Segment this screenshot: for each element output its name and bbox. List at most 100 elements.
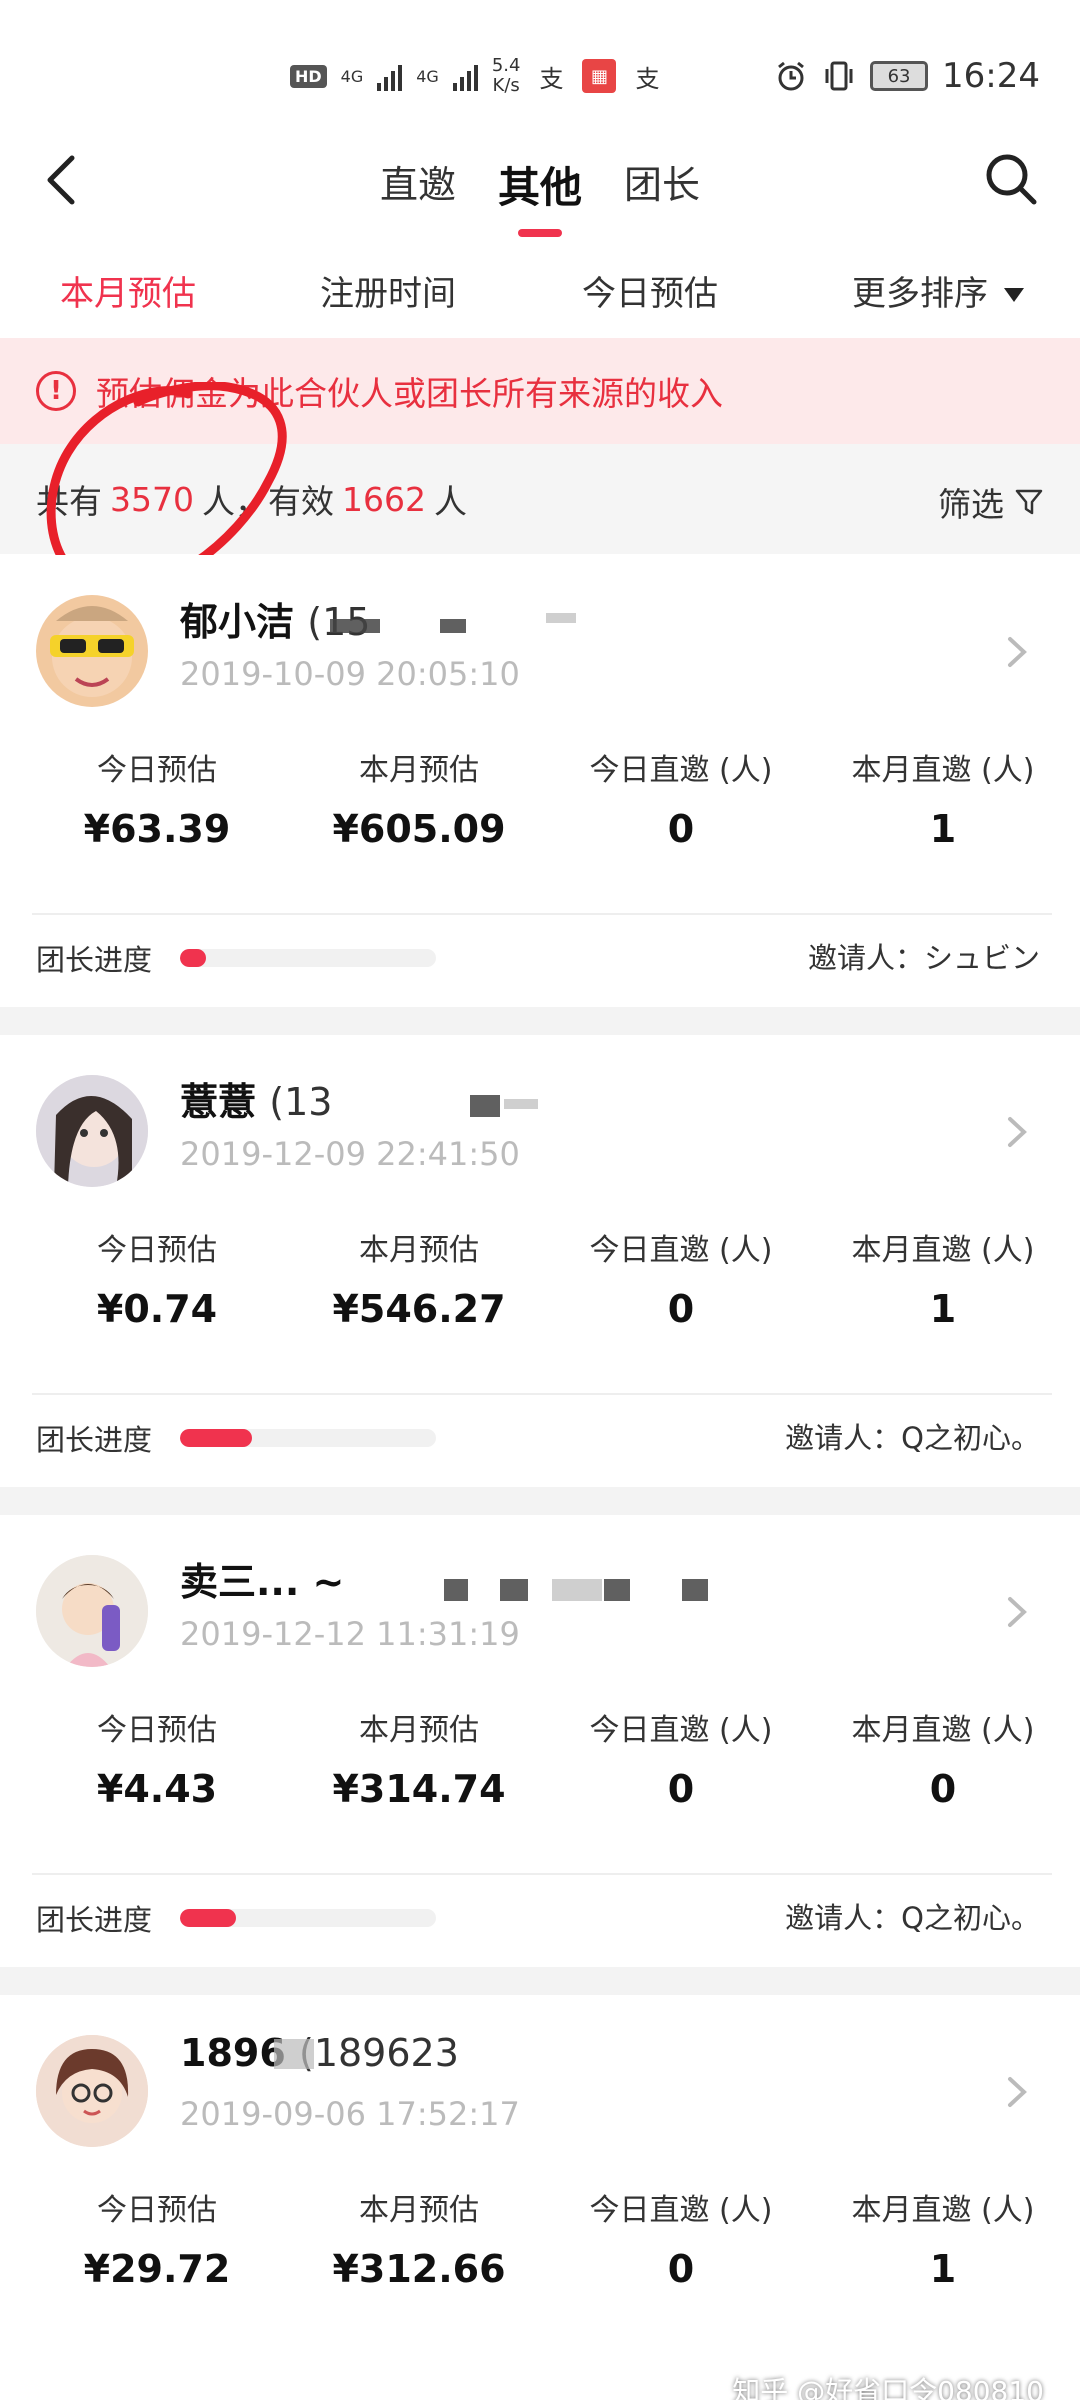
member-card[interactable]: 郁小洁 (15 2019-10-09 20:05:10 今日预估¥63.39 本…	[0, 555, 1080, 1007]
stat-value: ¥546.27	[332, 1287, 506, 1331]
sort-today-estimate[interactable]: 今日预估	[582, 266, 718, 315]
member-card[interactable]: 卖三... ~ 2019-12-12 11:31:19 今日预估 ¥4.43 本月…	[0, 1515, 1080, 1967]
stat-month-estimate: 本月预估 ¥312.66	[288, 2185, 550, 2291]
stat-month-estimate: 本月预估 ¥314.74	[288, 1705, 550, 1811]
redaction	[440, 619, 466, 633]
signal-icon	[377, 61, 403, 91]
sort-more-dropdown[interactable]: 更多排序	[852, 266, 1024, 315]
inviter-name: シュビン	[923, 941, 1040, 975]
progress-label: 团长进度	[36, 1423, 153, 1457]
net-4g-label-1: 4G	[340, 66, 364, 86]
notice-banner: ! 预估佣金为此合伙人或团长所有来源的收入	[0, 338, 1080, 444]
summary-suffix: 人	[433, 482, 467, 521]
sort-more-label: 更多排序	[852, 273, 988, 314]
card-gap	[0, 1487, 1080, 1515]
battery-icon: 63	[870, 61, 929, 91]
status-right: 63 16:24	[774, 56, 1040, 96]
stat-label: 本月直邀 (人)	[851, 1233, 1035, 1268]
redaction	[552, 1579, 602, 1601]
stat-label: 今日直邀 (人)	[589, 1713, 773, 1748]
inviter-name: Q之初心。	[901, 1901, 1040, 1935]
redaction	[500, 1579, 528, 1601]
stat-month-estimate: 本月预估 ¥605.09	[288, 745, 550, 851]
network-speed: 5.4 K/s	[492, 56, 521, 96]
progress-label: 团长进度	[36, 943, 153, 977]
stat-today-estimate: 今日预估 ¥63.39	[26, 745, 288, 851]
stat-today-invites: 今日直邀 (人) 0	[550, 1705, 812, 1811]
stat-value: 0	[667, 1767, 695, 1811]
stat-today-estimate: 今日预估 ¥29.72	[26, 2185, 288, 2291]
stat-label: 本月直邀 (人)	[851, 2193, 1035, 2228]
member-stats: 今日预估 ¥0.74 本月预估 ¥546.27 今日直邀 (人) 0 本月直邀 (人)…	[0, 1225, 1080, 1331]
chevron-right-icon	[1008, 1117, 1027, 1147]
stat-value: ¥314.74	[332, 1767, 506, 1811]
register-time: 2019-12-09 22:41:50	[180, 1135, 520, 1173]
filter-label: 筛选	[938, 485, 1004, 524]
alarm-icon	[778, 61, 804, 91]
chevron-right-icon	[1008, 2077, 1027, 2107]
stat-label: 今日直邀 (人)	[589, 2193, 773, 2228]
stat-value: 0	[667, 807, 695, 851]
member-card[interactable]: 薏薏 (13 2019-12-09 22:41:50 今日预估 ¥0.74 本月预…	[0, 1035, 1080, 1487]
stat-label: 本月预估	[359, 2193, 479, 2228]
member-name-text: 卖三... ~	[180, 1560, 345, 1604]
tab-team-leader[interactable]: 团长	[624, 154, 700, 215]
stat-value: 0	[667, 2247, 695, 2291]
warning-icon: !	[36, 371, 76, 411]
stat-label: 本月直邀 (人)	[851, 1713, 1035, 1748]
redaction	[330, 619, 380, 633]
stat-label: 今日预估	[97, 1713, 217, 1748]
member-name-text: 1896	[180, 2031, 286, 2075]
stat-label: 本月预估	[359, 753, 479, 788]
search-icon[interactable]	[982, 150, 1040, 208]
divider	[32, 1873, 1052, 1875]
stat-value: 1	[929, 1287, 957, 1331]
summary-mid: 人，有效	[201, 482, 334, 521]
tab-direct-invite[interactable]: 直邀	[380, 154, 456, 215]
tab-other[interactable]: 其他	[498, 154, 582, 237]
hd-badge: HD	[290, 64, 327, 88]
stat-label: 今日预估	[97, 753, 217, 788]
stat-today-invites: 今日直邀 (人) 0	[550, 745, 812, 851]
member-card[interactable]: 1896 (189623 2019-09-06 17:52:17 今日预估 ¥29…	[0, 1995, 1080, 2400]
member-phone: (189623	[299, 2031, 459, 2075]
stat-today-estimate: 今日预估 ¥0.74	[26, 1225, 288, 1331]
valid-count: 1662	[341, 479, 426, 519]
sort-month-estimate[interactable]: 本月预估	[60, 266, 196, 315]
caret-down-icon	[1004, 288, 1024, 302]
sort-register-time[interactable]: 注册时间	[320, 266, 456, 315]
stat-today-estimate: 今日预估 ¥4.43	[26, 1705, 288, 1811]
stat-month-invites: 本月直邀 (人) 1	[812, 2185, 1074, 2291]
stat-today-invites: 今日直邀 (人) 0	[550, 2185, 812, 2291]
member-name-text: 薏薏	[180, 1080, 257, 1124]
register-time: 2019-10-09 20:05:10	[180, 655, 520, 693]
stat-value: ¥63.39	[83, 807, 231, 851]
member-name: 薏薏 (13	[180, 1071, 332, 1126]
stat-value: ¥312.66	[332, 2247, 506, 2291]
stat-label: 今日预估	[97, 1233, 217, 1268]
inviter: 邀请人：Q之初心。	[785, 1895, 1040, 1937]
watermark: 知乎 @好省口令080810	[732, 2375, 1044, 2400]
stat-value: ¥4.43	[96, 1767, 218, 1811]
stat-label: 今日直邀 (人)	[589, 1233, 773, 1268]
alipay-icon: 支	[539, 64, 564, 93]
stat-month-invites: 本月直邀 (人) 1	[812, 1225, 1074, 1331]
redaction	[470, 1095, 500, 1117]
member-name-text: 郁小洁	[180, 600, 295, 644]
stat-month-invites: 本月直邀 (人) 0	[812, 1705, 1074, 1811]
leader-progress-bar	[180, 1429, 436, 1447]
redaction	[546, 613, 576, 623]
notice-text: 预估佣金为此合伙人或团长所有来源的收入	[96, 374, 723, 413]
stat-label: 本月直邀 (人)	[851, 753, 1035, 788]
redaction	[444, 1579, 468, 1601]
filter-button[interactable]: 筛选	[938, 478, 1044, 526]
stat-value: ¥0.74	[96, 1287, 218, 1331]
clock: 16:24	[942, 56, 1040, 96]
progress-label: 团长进度	[36, 1903, 153, 1937]
register-time: 2019-09-06 17:52:17	[180, 2095, 520, 2133]
net-4g-label-2: 4G	[416, 66, 439, 86]
alipay-icon: 支	[635, 64, 660, 93]
stat-value: ¥605.09	[332, 807, 506, 851]
leader-progress-bar	[180, 949, 436, 967]
stat-value: 0	[667, 1287, 695, 1331]
